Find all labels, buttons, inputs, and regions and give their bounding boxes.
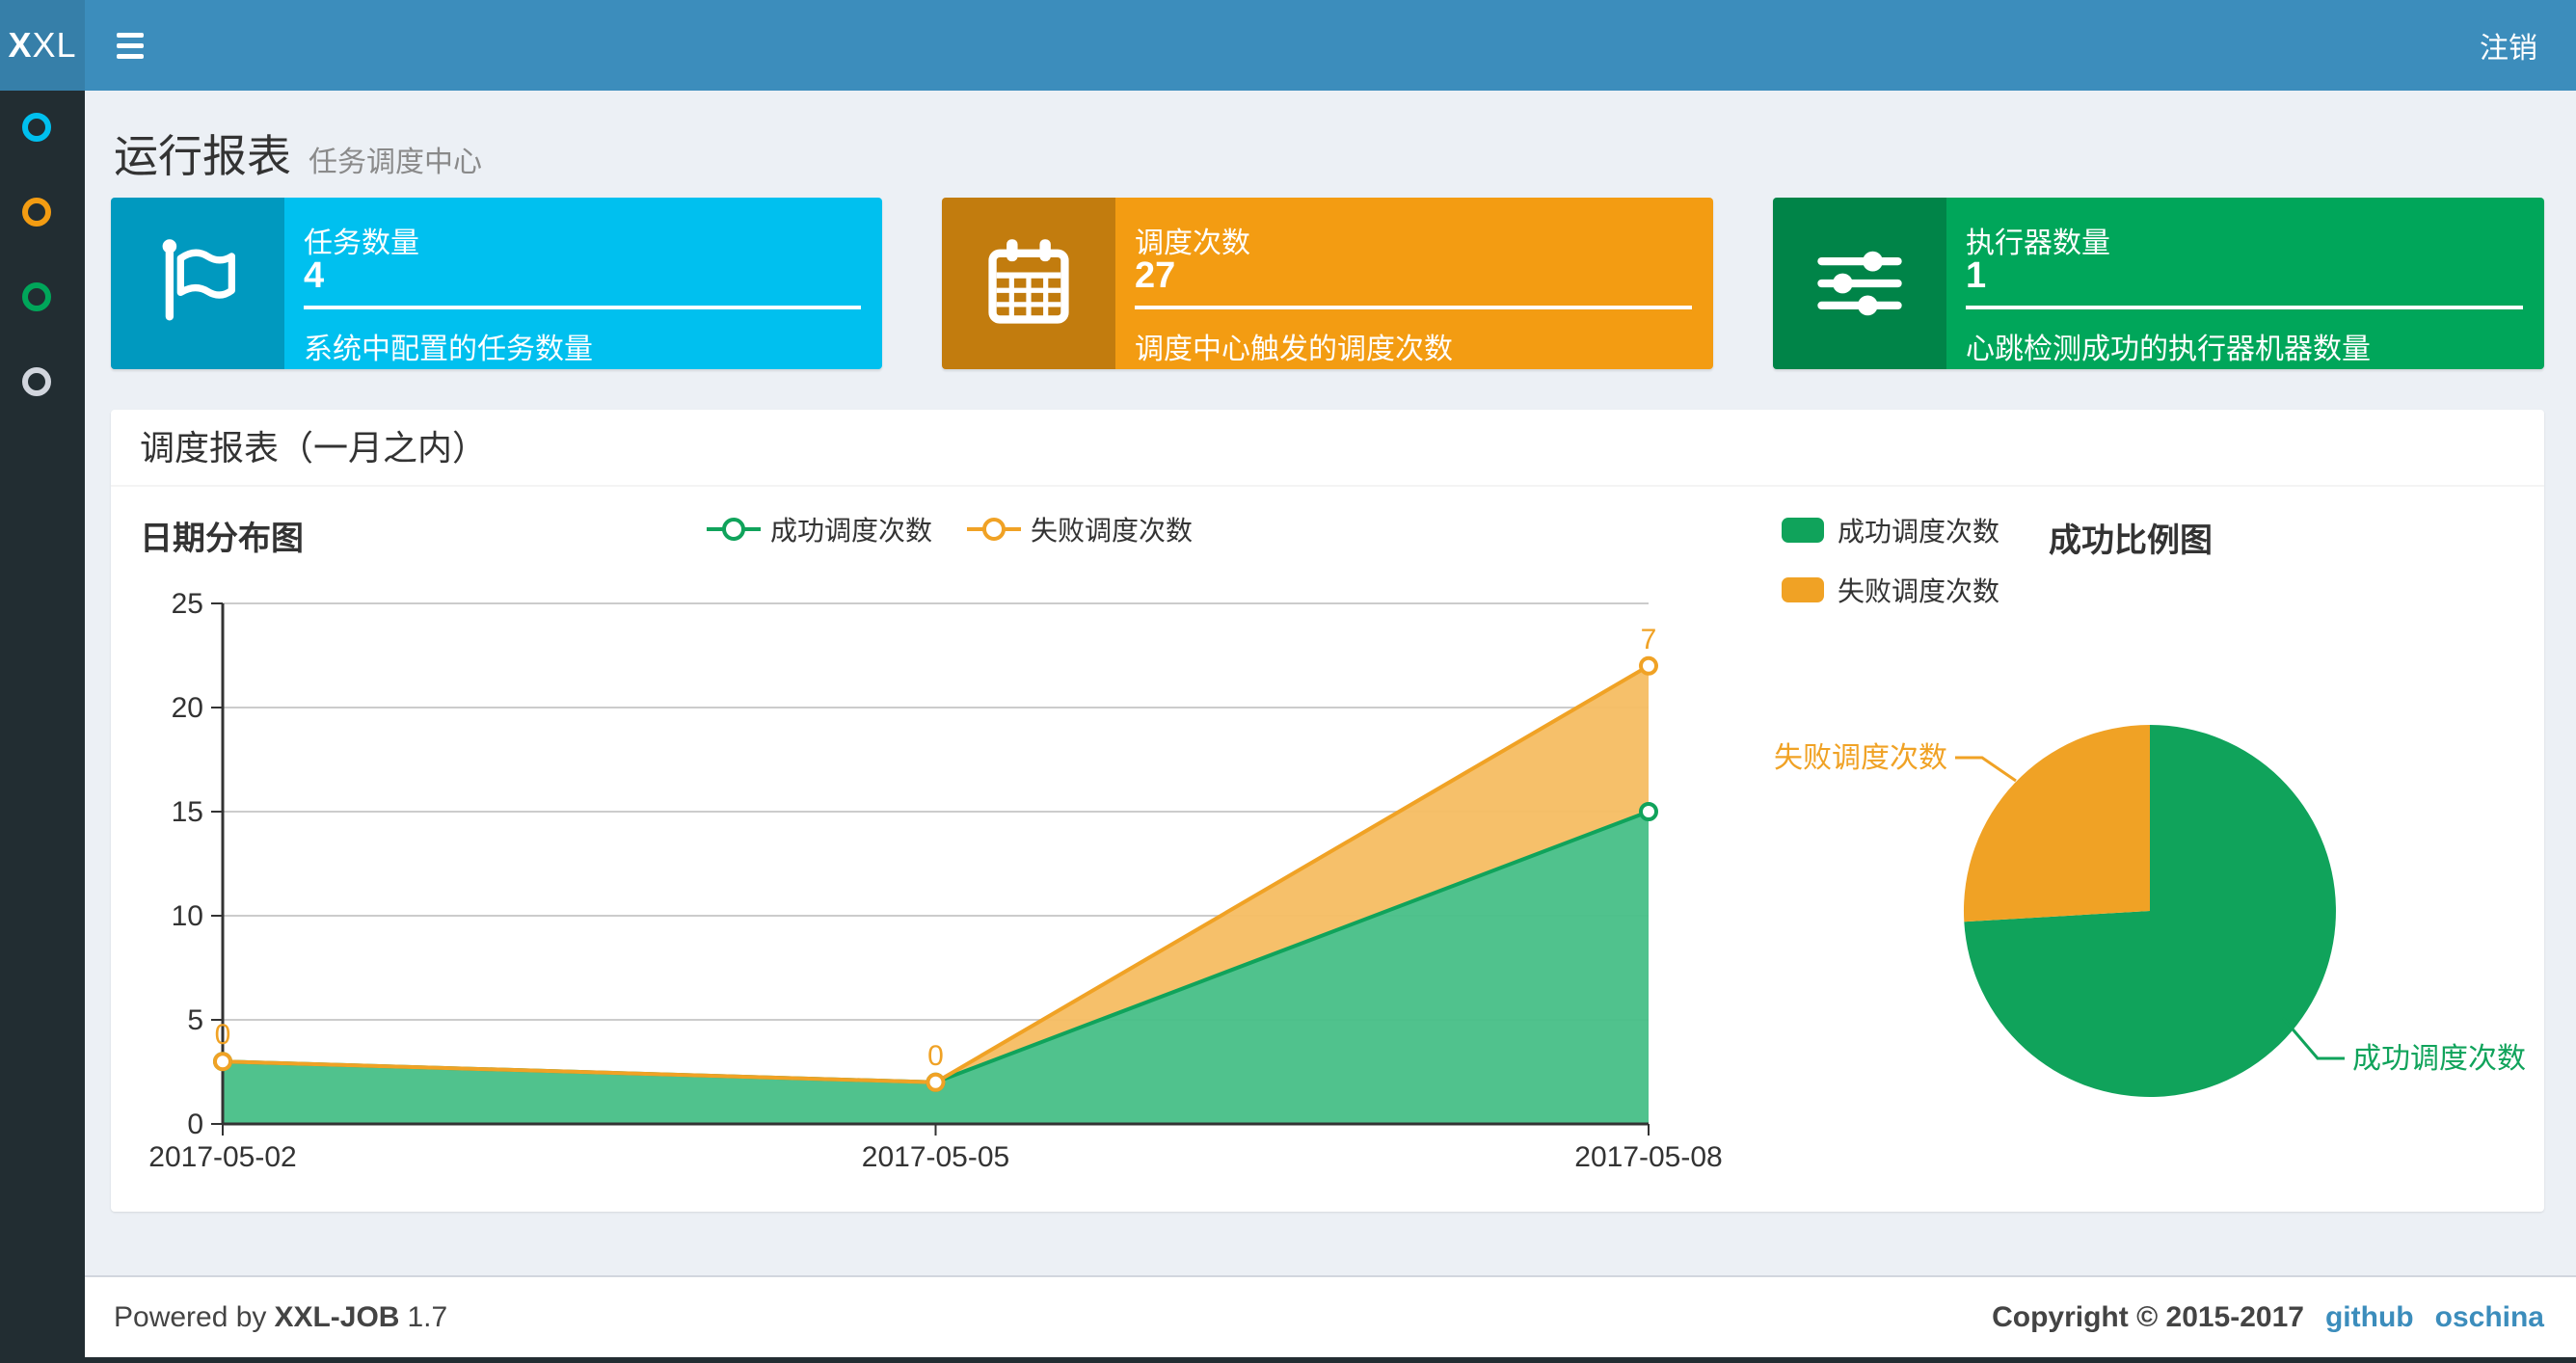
top-navbar: X XL 注销 [0, 0, 2576, 91]
hamburger-icon [117, 42, 144, 48]
stat-label: 执行器数量 [1966, 227, 2110, 259]
stat-card-content: 执行器数量 1 心跳检测成功的执行器机器数量 [1966, 198, 2523, 369]
page-title: 运行报表 [114, 131, 291, 181]
legend-swatch-icon [1782, 518, 1824, 543]
page-header: 运行报表 任务调度中心 [114, 121, 482, 185]
panel-title: 调度报表（一月之内） [111, 410, 2544, 487]
fail-data-point [1639, 655, 1658, 676]
github-link[interactable]: github [2325, 1301, 2414, 1334]
stat-card-triggers: 调度次数 27 调度中心触发的调度次数 [942, 198, 1713, 369]
report-panel: 调度报表（一月之内） 日期分布图 成功调度次数 失败调度次数 成功调度次数 失败调度… [111, 410, 2544, 1212]
sidebar-item-2-circle-icon[interactable] [22, 198, 51, 227]
product-name: XXL-JOB [274, 1300, 400, 1333]
stat-progress-bar [1135, 306, 1692, 309]
success-slice-label: 成功调度次数 [2352, 1043, 2526, 1075]
y-axis-tick-label: 10 [172, 900, 203, 932]
legend-label: 成功调度次数 [1838, 517, 2000, 547]
logo-bold-letter: X [8, 25, 33, 65]
sliders-icon [1773, 198, 1946, 369]
sidebar-item-1-circle-icon[interactable] [22, 113, 51, 142]
y-axis-tick-label: 25 [172, 588, 203, 620]
app-logo[interactable]: X XL [0, 0, 85, 91]
sidebar-toggle-button[interactable] [85, 0, 175, 91]
fail-data-label: 0 [927, 1040, 944, 1072]
flag-icon [111, 198, 284, 369]
fail-slice-label: 失败调度次数 [1774, 742, 1947, 774]
stat-card-jobs: 任务数量 4 系统中配置的任务数量 [111, 198, 882, 369]
y-axis-tick-label: 0 [187, 1109, 203, 1140]
legend-item-pie[interactable]: 成功调度次数 [1782, 511, 1999, 549]
stat-card-executors: 执行器数量 1 心跳检测成功的执行器机器数量 [1773, 198, 2544, 369]
footer-powered-by: Powered by XXL-JOB 1.7 [114, 1277, 447, 1357]
x-axis-tick-label: 2017-05-08 [1574, 1141, 1722, 1173]
copyright-text: Copyright © 2015-2017 [1992, 1300, 2304, 1333]
stat-value: 27 [1135, 255, 1176, 296]
stat-card-content: 调度次数 27 调度中心触发的调度次数 [1135, 198, 1692, 369]
y-axis-tick-label: 20 [172, 692, 203, 724]
stat-description: 心跳检测成功的执行器机器数量 [1966, 334, 2371, 365]
x-axis-tick-label: 2017-05-02 [148, 1141, 296, 1173]
footer-copyright: Copyright © 2015-2017 github oschina [1992, 1277, 2544, 1357]
logout-link[interactable]: 注销 [2470, 0, 2547, 91]
fail-data-label: 0 [215, 1019, 231, 1051]
stat-progress-bar [1966, 306, 2523, 309]
success-data-point [1639, 802, 1658, 821]
fail-label-line [1955, 756, 2017, 783]
success-ratio-pie-chart: 成功调度次数 失败调度次数 [1774, 725, 2526, 1097]
fail-data-label: 7 [1641, 624, 1657, 655]
stat-card-content: 任务数量 4 系统中配置的任务数量 [304, 198, 861, 369]
footer: Powered by XXL-JOB 1.7 Copyright © 2015-… [85, 1275, 2576, 1357]
oschina-link[interactable]: oschina [2435, 1301, 2544, 1334]
pie-chart-legend: 成功调度次数 失败调度次数 [1782, 511, 1999, 609]
stat-description: 调度中心触发的调度次数 [1135, 334, 1453, 365]
y-axis-tick-label: 5 [187, 1004, 203, 1036]
hamburger-icon [117, 53, 144, 59]
pie-slice-fail [1963, 725, 2150, 922]
date-distribution-chart: 05101520252017-05-02 2017-05-05 2017-05-08… [148, 588, 1722, 1173]
fail-data-point [213, 1052, 232, 1072]
x-axis-tick-label: 2017-05-05 [862, 1141, 1009, 1173]
y-axis-tick-label: 15 [172, 796, 203, 828]
pie-chart-title: 成功比例图 [2049, 522, 2213, 559]
sidebar-item-3-circle-icon[interactable] [22, 282, 51, 311]
window-bottom-edge [0, 1357, 2576, 1363]
sidebar [0, 91, 85, 1363]
page-subtitle: 任务调度中心 [309, 147, 482, 178]
stat-value: 4 [304, 255, 325, 296]
stat-value: 1 [1966, 255, 1987, 296]
stat-progress-bar [304, 306, 861, 309]
sidebar-item-4-circle-icon[interactable] [22, 367, 51, 396]
stat-description: 系统中配置的任务数量 [304, 334, 593, 365]
product-version: 1.7 [407, 1300, 448, 1333]
fail-data-point [926, 1072, 946, 1092]
calendar-icon [942, 198, 1115, 369]
hamburger-icon [117, 32, 144, 38]
logo-rest: XL [32, 25, 77, 65]
powered-prefix: Powered by [114, 1300, 267, 1333]
